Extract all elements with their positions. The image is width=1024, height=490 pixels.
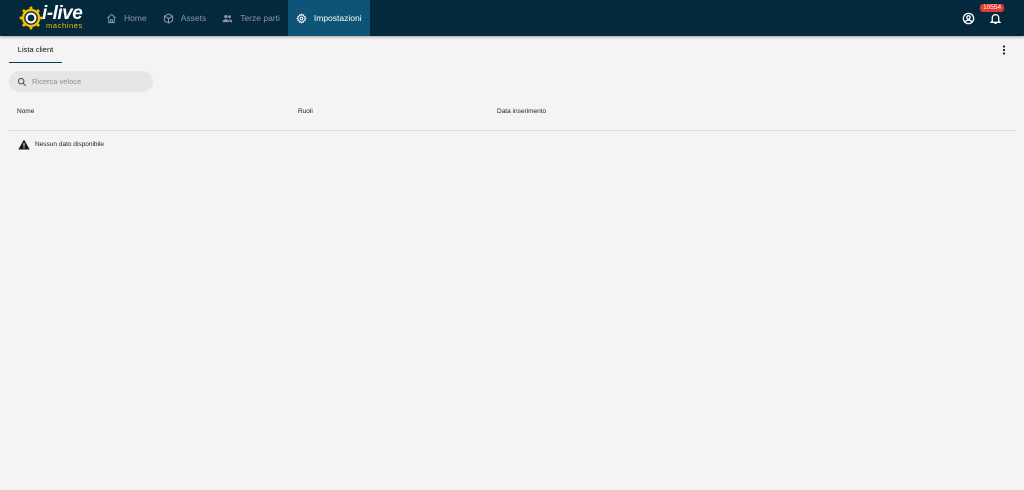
- column-header-data-inserimento[interactable]: Data inserimento: [497, 108, 546, 115]
- notifications-button[interactable]: 10554: [980, 3, 1005, 25]
- main-nav: Home Assets Terze parti Impostazioni: [98, 0, 370, 36]
- account-button[interactable]: [962, 12, 975, 25]
- brand-wordmark: i-live machines: [42, 4, 83, 30]
- more-options-button[interactable]: [998, 43, 1010, 55]
- nav-item-assets-label: Assets: [180, 13, 207, 23]
- search-input[interactable]: [32, 77, 142, 86]
- nav-item-impostazioni[interactable]: Impostazioni: [287, 0, 370, 36]
- nav-item-terze-parti-label: Terze parti: [240, 13, 280, 23]
- nav-item-home[interactable]: Home: [98, 0, 155, 36]
- nav-item-impostazioni-label: Impostazioni: [313, 13, 362, 23]
- quick-search: [9, 71, 153, 92]
- warning-icon: [18, 139, 30, 150]
- tab-bar: Lista client: [0, 36, 1024, 63]
- top-app-bar: i-live machines Home Assets Terze parti: [0, 0, 1024, 36]
- column-header-ruoli[interactable]: Ruoli: [298, 108, 313, 115]
- brand-tagline: machines: [46, 21, 83, 30]
- empty-state: Nessun dato disponibile: [18, 139, 104, 150]
- header-actions: 10554: [962, 0, 1024, 36]
- more-vert-icon: [1002, 45, 1006, 55]
- column-header-nome[interactable]: Nome: [17, 108, 34, 115]
- gear-logo-icon: [19, 6, 43, 30]
- tab-lista-client[interactable]: Lista client: [9, 36, 62, 63]
- header-spacer: [370, 0, 962, 36]
- people-icon: [222, 14, 233, 22]
- home-icon: [107, 13, 116, 23]
- notification-count-badge: 10554: [980, 3, 1005, 12]
- brand-logo[interactable]: i-live machines: [0, 0, 98, 36]
- search-icon: [17, 77, 27, 86]
- empty-message: Nessun dato disponibile: [35, 141, 105, 148]
- nav-item-home-label: Home: [124, 13, 147, 23]
- cube-icon: [163, 12, 173, 24]
- table-header: Nome Ruoli Data inserimento: [9, 103, 1015, 131]
- bell-icon: [989, 13, 1002, 24]
- account-circle-icon: [962, 12, 975, 24]
- nav-item-terze-parti[interactable]: Terze parti: [214, 0, 288, 36]
- gear-icon: [296, 12, 307, 24]
- nav-item-assets[interactable]: Assets: [155, 0, 215, 36]
